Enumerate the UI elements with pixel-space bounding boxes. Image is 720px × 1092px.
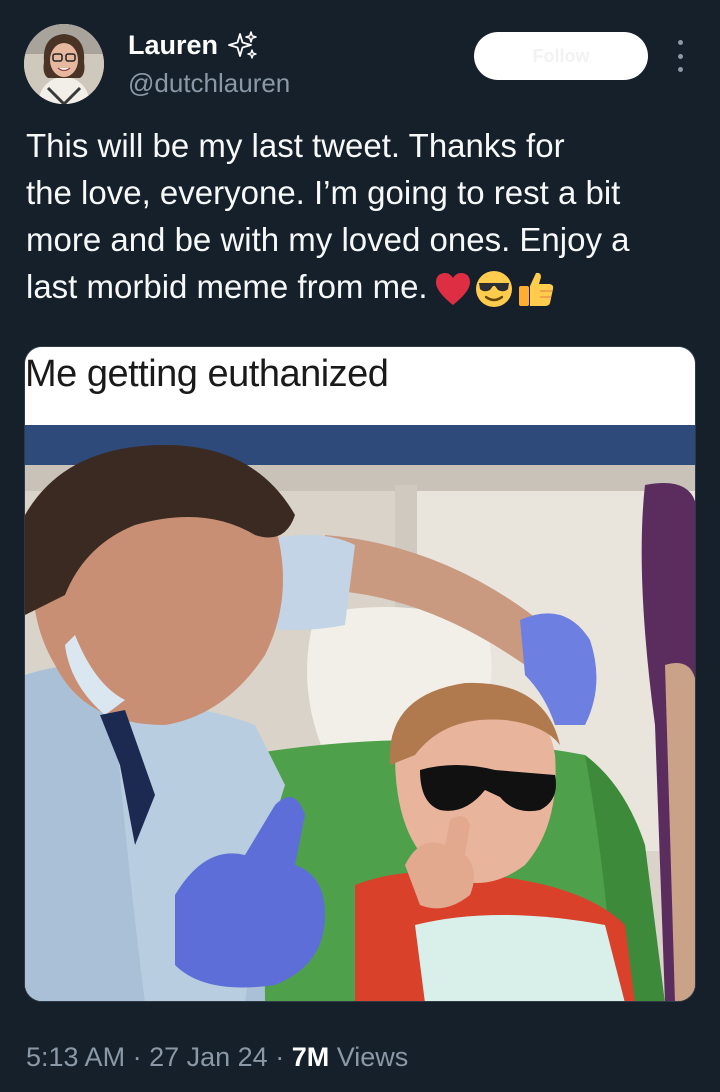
tweet-text-line: the love, everyone. I’m going to rest a … — [26, 174, 621, 211]
thumbs-up-icon — [518, 273, 553, 307]
meme-caption: Me getting euthanized — [25, 347, 695, 427]
tweet-text-line: This will be my last tweet. Thanks for — [26, 127, 565, 164]
tweet-detail: Lauren @dutchlauren Follow This will be … — [0, 0, 720, 1092]
tweet-time[interactable]: 5:13 AM — [26, 1042, 125, 1072]
meta-separator: · — [275, 1042, 285, 1072]
tweet-text-line-last: last morbid meme from me. — [26, 263, 706, 310]
tweet-text: This will be my last tweet. Thanks for t… — [26, 122, 706, 310]
media-card[interactable]: Me getting euthanized — [24, 346, 696, 1002]
sparkles-icon — [228, 30, 257, 59]
more-options-icon[interactable] — [668, 40, 692, 72]
meme-photo[interactable] — [25, 425, 696, 1002]
author-name-row[interactable]: Lauren — [128, 30, 258, 61]
smiling-face-with-sunglasses-icon — [475, 271, 512, 308]
tweet-text-line: more and be with my loved ones. Enjoy a — [26, 221, 630, 258]
tweet-date[interactable]: 27 Jan 24 — [149, 1042, 268, 1072]
views-label[interactable]: Views — [337, 1042, 409, 1072]
emoji-row — [434, 269, 556, 309]
views-count[interactable]: 7M — [292, 1042, 330, 1072]
avatar[interactable] — [24, 24, 104, 104]
avatar-image — [24, 24, 104, 104]
meta-separator: · — [132, 1042, 142, 1072]
follow-button[interactable]: Follow — [474, 32, 648, 80]
tweet-text-line: last morbid meme from me. — [26, 268, 428, 305]
red-heart-icon — [435, 273, 470, 306]
tweet-meta: 5:13 AM · 27 Jan 24 · 7M Views — [26, 1042, 408, 1073]
display-name[interactable]: Lauren — [128, 30, 218, 61]
handle[interactable]: @dutchlauren — [128, 68, 290, 99]
